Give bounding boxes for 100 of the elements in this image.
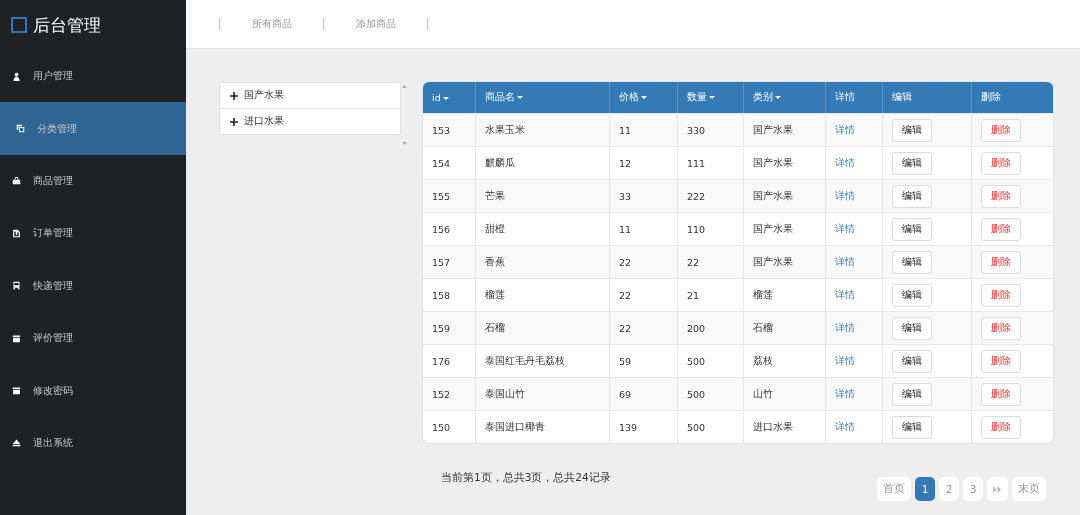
column-header[interactable]: 数量 <box>677 82 743 113</box>
delete-button[interactable]: 删除 <box>981 415 1021 439</box>
sidebar-item[interactable]: 快递管理 <box>0 259 186 312</box>
delete-button[interactable]: 删除 <box>981 283 1021 307</box>
sidebar-item[interactable]: 评价管理 <box>0 311 186 365</box>
sidebar-item[interactable]: 用户管理 <box>0 50 186 103</box>
square-logo-icon <box>11 17 27 33</box>
table-cell: 200 <box>677 311 743 344</box>
delete-button[interactable]: 删除 <box>981 316 1021 340</box>
detail-link[interactable]: 详情 <box>835 387 855 399</box>
edit-button[interactable]: 编辑 <box>892 382 932 406</box>
column-header[interactable]: 商品名 <box>475 82 609 113</box>
box-icon <box>12 386 21 396</box>
delete-button[interactable]: 删除 <box>981 118 1021 142</box>
edit-button[interactable]: 编辑 <box>892 349 932 373</box>
edit-button[interactable]: 编辑 <box>892 118 932 142</box>
table-cell: 500 <box>677 377 743 410</box>
scrollbar[interactable] <box>401 82 409 145</box>
table-cell: 泰国山竹 <box>475 377 609 410</box>
table-cell: 国产水果 <box>743 113 825 146</box>
detail-link[interactable]: 详情 <box>835 288 855 300</box>
table-cell: 芒果 <box>475 179 609 212</box>
table-cell: 330 <box>677 113 743 146</box>
table-cell: 进口水果 <box>743 410 825 443</box>
page-button[interactable]: 1 <box>915 477 935 501</box>
eject-icon <box>12 438 21 448</box>
detail-link[interactable]: 详情 <box>835 156 855 168</box>
scroll-up-icon <box>402 85 408 88</box>
delete-button[interactable]: 删除 <box>981 184 1021 208</box>
edit-button[interactable]: 编辑 <box>892 217 932 241</box>
detail-link[interactable]: 详情 <box>835 354 855 366</box>
edit-button[interactable]: 编辑 <box>892 415 932 439</box>
table-cell: 155 <box>423 179 475 212</box>
table-cell: 国产水果 <box>743 245 825 278</box>
bag-icon <box>12 176 21 186</box>
page-summary: 当前第1页，总共3页，总共24记录 <box>441 471 611 485</box>
table-cell: 152 <box>423 377 475 410</box>
page-button[interactable]: 末页 <box>1012 477 1046 501</box>
page-button[interactable]: 2 <box>939 477 959 501</box>
column-header[interactable]: 价格 <box>609 82 677 113</box>
column-header[interactable]: 类别 <box>743 82 825 113</box>
delete-button[interactable]: 删除 <box>981 349 1021 373</box>
page-button[interactable]: 3 <box>963 477 983 501</box>
table-cell: 153 <box>423 113 475 146</box>
edit-button[interactable]: 编辑 <box>892 151 932 175</box>
detail-link[interactable]: 详情 <box>835 189 855 201</box>
detail-link[interactable]: 详情 <box>835 255 855 267</box>
sidebar-item[interactable]: 退出系统 <box>0 416 186 470</box>
edit-button[interactable]: 编辑 <box>892 250 932 274</box>
table-cell: 泰国进口椰青 <box>475 410 609 443</box>
sidebar-item[interactable]: 商品管理 <box>0 154 186 208</box>
sidebar-item[interactable]: 修改密码 <box>0 364 186 417</box>
delete-button[interactable]: 删除 <box>981 250 1021 274</box>
document-icon <box>12 228 21 238</box>
caret-icon <box>517 96 523 99</box>
table-cell: 159 <box>423 311 475 344</box>
table-cell: 22 <box>677 245 743 278</box>
caret-icon <box>709 96 715 99</box>
box-icon <box>12 333 21 343</box>
column-header: 详情 <box>825 82 882 113</box>
table-cell: 69 <box>609 377 677 410</box>
category-item[interactable]: 进口水果 <box>220 108 401 134</box>
plus-icon <box>230 91 238 100</box>
detail-link[interactable]: 详情 <box>835 420 855 432</box>
caret-icon <box>641 96 647 99</box>
column-header[interactable]: id <box>423 82 475 113</box>
category-item[interactable]: 国产水果 <box>220 83 401 108</box>
table-cell: 157 <box>423 245 475 278</box>
next-page-button[interactable] <box>987 477 1008 501</box>
table-cell: 石榴 <box>475 311 609 344</box>
edit-button[interactable]: 编辑 <box>892 184 932 208</box>
edit-button[interactable]: 编辑 <box>892 316 932 340</box>
scroll-down-icon <box>402 142 408 145</box>
delete-button[interactable]: 删除 <box>981 382 1021 406</box>
column-header: 编辑 <box>882 82 971 113</box>
page-button[interactable]: 首页 <box>877 477 911 501</box>
nav-tab[interactable]: 添加商品 <box>324 17 427 31</box>
column-header: 删除 <box>971 82 1053 113</box>
double-arrow-icon <box>993 486 1002 493</box>
detail-link[interactable]: 详情 <box>835 321 855 333</box>
bus-icon <box>12 281 21 291</box>
detail-link[interactable]: 详情 <box>835 222 855 234</box>
caret-icon <box>775 96 781 99</box>
delete-button[interactable]: 删除 <box>981 151 1021 175</box>
table-cell: 石榴 <box>743 311 825 344</box>
nav-tab[interactable]: 所有商品 <box>220 17 323 31</box>
table-cell: 222 <box>677 179 743 212</box>
sidebar-item[interactable]: 订单管理 <box>0 207 186 260</box>
delete-button[interactable]: 删除 <box>981 217 1021 241</box>
table-cell: 国产水果 <box>743 179 825 212</box>
table-cell: 33 <box>609 179 677 212</box>
table-cell: 香蕉 <box>475 245 609 278</box>
detail-link[interactable]: 详情 <box>835 123 855 135</box>
table-cell: 11 <box>609 113 677 146</box>
caret-icon <box>442 97 449 100</box>
sidebar-item[interactable]: 分类管理 <box>0 102 186 155</box>
edit-button[interactable]: 编辑 <box>892 283 932 307</box>
table-cell: 139 <box>609 410 677 443</box>
person-icon <box>12 71 21 81</box>
table-cell: 500 <box>677 410 743 443</box>
